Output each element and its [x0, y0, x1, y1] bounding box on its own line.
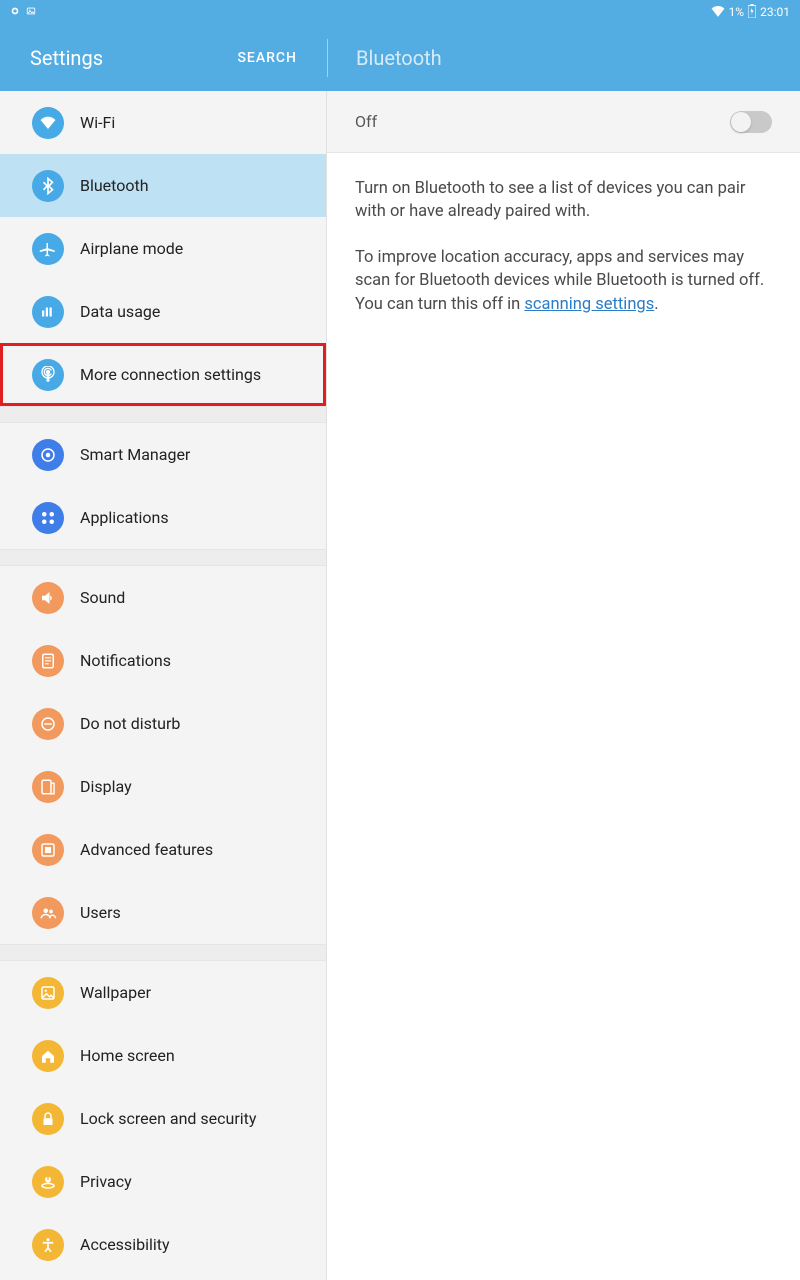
search-button[interactable]: SEARCH — [237, 50, 297, 66]
sidebar-item-label: Smart Manager — [80, 445, 190, 464]
sidebar-item-do-not-disturb[interactable]: Do not disturb — [0, 692, 326, 755]
home-icon — [32, 1040, 64, 1072]
status-bar: 1% 23:01 — [0, 0, 800, 24]
bluetooth-icon — [32, 170, 64, 202]
sidebar-item-label: Users — [80, 903, 121, 922]
data-icon — [32, 296, 64, 328]
section-divider — [0, 549, 326, 566]
battery-percent: 1% — [729, 5, 745, 19]
notif-icon — [32, 645, 64, 677]
sidebar-item-airplane-mode[interactable]: Airplane mode — [0, 217, 326, 280]
users-icon — [32, 897, 64, 929]
bluetooth-toggle[interactable] — [730, 111, 772, 133]
sidebar-item-advanced-features[interactable]: Advanced features — [0, 818, 326, 881]
lock-icon — [32, 1103, 64, 1135]
sidebar-item-home-screen[interactable]: Home screen — [0, 1024, 326, 1087]
sidebar-item-bluetooth[interactable]: Bluetooth — [0, 154, 326, 217]
sidebar-item-label: Airplane mode — [80, 239, 183, 258]
sidebar-item-label: Notifications — [80, 651, 171, 670]
desc-paragraph-1: Turn on Bluetooth to see a list of devic… — [355, 177, 772, 224]
sidebar-item-label: Wallpaper — [80, 983, 151, 1002]
sidebar-item-data-usage[interactable]: Data usage — [0, 280, 326, 343]
sidebar-item-smart-manager[interactable]: Smart Manager — [0, 423, 326, 486]
detail-title: Bluetooth — [328, 46, 470, 70]
sidebar-item-label: Advanced features — [80, 840, 213, 859]
sidebar-item-label: Data usage — [80, 302, 160, 321]
sidebar-item-users[interactable]: Users — [0, 881, 326, 944]
app-header: Settings SEARCH Bluetooth — [0, 24, 800, 91]
sidebar-item-applications[interactable]: Applications — [0, 486, 326, 549]
dnd-icon — [32, 708, 64, 740]
sidebar-item-display[interactable]: Display — [0, 755, 326, 818]
sidebar-item-more-connection-settings[interactable]: More connection settings — [0, 343, 326, 406]
sidebar-item-label: Lock screen and security — [80, 1109, 256, 1128]
sound-icon — [32, 582, 64, 614]
sidebar-item-label: Accessibility — [80, 1235, 170, 1254]
sidebar-item-label: Do not disturb — [80, 714, 180, 733]
battery-icon — [748, 4, 756, 21]
sidebar-item-wallpaper[interactable]: Wallpaper — [0, 961, 326, 1024]
description-text: Turn on Bluetooth to see a list of devic… — [327, 153, 800, 340]
sidebar-item-privacy[interactable]: Privacy — [0, 1150, 326, 1213]
sidebar-item-label: Privacy — [80, 1172, 132, 1191]
wifi-status-icon — [711, 5, 725, 20]
sidebar-item-wi-fi[interactable]: Wi-Fi — [0, 91, 326, 154]
antenna-icon — [32, 359, 64, 391]
wall-icon — [32, 977, 64, 1009]
desc-paragraph-2: To improve location accuracy, apps and s… — [355, 246, 772, 316]
sidebar-item-label: Wi-Fi — [80, 113, 115, 132]
clock: 23:01 — [760, 5, 790, 19]
sidebar-item-lock-screen-and-security[interactable]: Lock screen and security — [0, 1087, 326, 1150]
sidebar-item-sound[interactable]: Sound — [0, 566, 326, 629]
image-icon — [26, 5, 36, 19]
section-divider — [0, 406, 326, 423]
smart-icon — [32, 439, 64, 471]
sidebar-item-label: Display — [80, 777, 132, 796]
sidebar-item-label: Sound — [80, 588, 125, 607]
wifi-icon — [32, 107, 64, 139]
sidebar[interactable]: Wi-Fi Bluetooth Airplane mode Data usage Mor… — [0, 91, 327, 1280]
privacy-icon — [32, 1166, 64, 1198]
sidebar-item-label: Home screen — [80, 1046, 175, 1065]
bluetooth-toggle-row[interactable]: Off — [327, 91, 800, 153]
sidebar-item-label: Applications — [80, 508, 169, 527]
detail-pane: Off Turn on Bluetooth to see a list of d… — [327, 91, 800, 1280]
adv-icon — [32, 834, 64, 866]
airplane-icon — [32, 233, 64, 265]
access-icon — [32, 1229, 64, 1261]
toggle-label: Off — [355, 112, 377, 131]
apps-icon — [32, 502, 64, 534]
location-icon — [10, 5, 20, 19]
display-icon — [32, 771, 64, 803]
scanning-settings-link[interactable]: scanning settings — [524, 295, 654, 314]
sidebar-item-label: Bluetooth — [80, 176, 149, 195]
sidebar-item-notifications[interactable]: Notifications — [0, 629, 326, 692]
sidebar-item-accessibility[interactable]: Accessibility — [0, 1213, 326, 1276]
settings-title: Settings — [30, 46, 103, 70]
section-divider — [0, 944, 326, 961]
sidebar-item-label: More connection settings — [80, 365, 261, 384]
